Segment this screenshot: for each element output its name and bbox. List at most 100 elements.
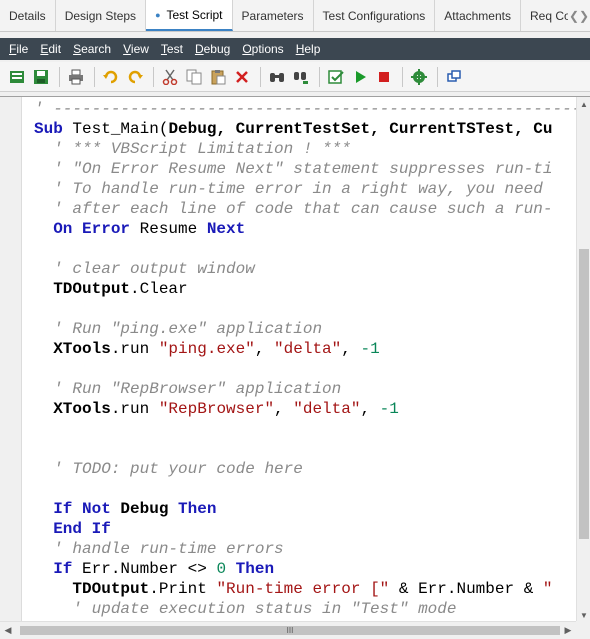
scroll-right-icon[interactable]: ▶ bbox=[560, 622, 576, 639]
find-icon[interactable] bbox=[266, 66, 288, 88]
test-script-window: Details Design Steps ● Test Script Parameter… bbox=[0, 0, 590, 639]
code-line: TDOutput.Clear bbox=[34, 279, 188, 299]
code-token: ' update execution status in "Test" mode bbox=[34, 600, 457, 618]
menu-label: ebug bbox=[203, 42, 231, 56]
run-icon[interactable] bbox=[349, 66, 371, 88]
menu-search[interactable]: Search bbox=[67, 42, 117, 56]
code-token: "delta" bbox=[293, 400, 361, 418]
menu-help[interactable]: Help bbox=[290, 42, 327, 56]
print-icon[interactable] bbox=[65, 66, 87, 88]
code-token: , bbox=[274, 400, 294, 418]
code-line: On Error Resume Next bbox=[34, 219, 245, 239]
code-token: ' "On Error Resume Next" statement suppr… bbox=[34, 160, 553, 178]
menu-label: earch bbox=[81, 42, 112, 56]
code-token: If bbox=[34, 560, 73, 578]
replace-icon[interactable] bbox=[290, 66, 312, 88]
code-line: End If bbox=[34, 519, 111, 539]
redo-icon[interactable] bbox=[124, 66, 146, 88]
horizontal-scroll-thumb[interactable]: III bbox=[20, 626, 560, 635]
tab-parameters[interactable]: Parameters bbox=[233, 0, 314, 31]
code-token: -1 bbox=[379, 400, 399, 418]
menu-accelerator: S bbox=[73, 42, 82, 56]
menu-test[interactable]: Test bbox=[155, 42, 189, 56]
code-token: On Error bbox=[34, 220, 131, 238]
code-token: ' *** VBScript Limitation ! *** bbox=[34, 140, 351, 158]
menu-file[interactable]: File bbox=[3, 42, 34, 56]
code-token: & Err.Number & bbox=[389, 580, 543, 598]
vertical-scroll-thumb[interactable] bbox=[579, 249, 589, 539]
menu-accelerator: D bbox=[194, 42, 204, 56]
code-token: .Clear bbox=[130, 280, 188, 298]
script-editor[interactable]: ' --------------------------------------… bbox=[0, 96, 590, 639]
paste-icon[interactable] bbox=[207, 66, 229, 88]
tab-label: Design Steps bbox=[64, 8, 137, 23]
tab-test-configurations[interactable]: Test Configurations bbox=[314, 0, 436, 31]
window-icon[interactable] bbox=[443, 66, 465, 88]
copy-icon[interactable] bbox=[183, 66, 205, 88]
menu-edit[interactable]: Edit bbox=[34, 42, 67, 56]
syntax-check-icon[interactable] bbox=[325, 66, 347, 88]
save-icon[interactable] bbox=[30, 66, 52, 88]
code-line: XTools.run "RepBrowser", "delta", -1 bbox=[34, 399, 399, 419]
code-token: , bbox=[254, 340, 275, 358]
code-token: Debug bbox=[110, 500, 179, 518]
horizontal-scrollbar[interactable]: ◀ III ▶ bbox=[0, 621, 576, 639]
code-token: 0 bbox=[216, 560, 227, 578]
code-token: , bbox=[360, 400, 380, 418]
toolbar-separator bbox=[153, 66, 154, 87]
cut-icon[interactable] bbox=[159, 66, 181, 88]
code-token: TDOutput bbox=[34, 580, 150, 598]
menu-accelerator: O bbox=[242, 42, 252, 56]
toolbar-separator bbox=[94, 66, 95, 87]
vertical-scrollbar[interactable]: ▲ ▼ bbox=[576, 97, 590, 622]
code-line: ' after each line of code that can cause… bbox=[34, 199, 552, 219]
code-line: ' clear output window bbox=[34, 259, 255, 279]
tab-scroll-arrows[interactable]: ❮❯ bbox=[568, 0, 590, 31]
tab-label: Attachments bbox=[444, 8, 511, 23]
undo-icon[interactable] bbox=[100, 66, 122, 88]
code-token: Resume bbox=[130, 220, 207, 238]
settings-icon[interactable] bbox=[408, 66, 430, 88]
code-line: ' Run "ping.exe" application bbox=[34, 319, 322, 339]
scroll-left-icon[interactable]: ◀ bbox=[0, 622, 16, 639]
code-line: XTools.run "ping.exe", "delta", -1 bbox=[34, 339, 380, 359]
code-line: ' update execution status in "Test" mode bbox=[34, 599, 456, 619]
tab-strip: Details Design Steps ● Test Script Parameter… bbox=[0, 0, 590, 32]
scroll-down-icon[interactable]: ▼ bbox=[577, 608, 590, 622]
new-script-icon[interactable] bbox=[6, 66, 28, 88]
code-token: ' TODO: put your code here bbox=[34, 460, 303, 478]
tab-details[interactable]: Details bbox=[0, 0, 56, 31]
code-token: Test_Main( bbox=[62, 120, 169, 138]
toolbar-separator bbox=[260, 66, 261, 87]
code-token: XTools bbox=[34, 340, 111, 358]
menu-debug[interactable]: Debug bbox=[189, 42, 236, 56]
code-line: TDOutput.Print "Run-time error [" & Err.… bbox=[34, 579, 553, 599]
delete-icon[interactable] bbox=[231, 66, 253, 88]
menu-label: ile bbox=[16, 42, 29, 56]
tab-attachments[interactable]: Attachments bbox=[435, 0, 521, 31]
code-line: ' *** VBScript Limitation ! *** bbox=[34, 139, 351, 159]
code-token: -1 bbox=[360, 340, 380, 358]
code-token: .run bbox=[110, 340, 159, 358]
code-line: ' Run "RepBrowser" application bbox=[34, 379, 341, 399]
tab-label: Test Configurations bbox=[322, 8, 426, 23]
code-token: "ping.exe" bbox=[158, 340, 255, 358]
scroll-up-icon[interactable]: ▲ bbox=[577, 97, 590, 111]
tab-test-script[interactable]: ● Test Script bbox=[146, 0, 233, 31]
code-token: Debug, CurrentTestSet, CurrentTSTest, Cu bbox=[168, 120, 553, 138]
code-token: .run bbox=[110, 400, 159, 418]
menu-options[interactable]: Options bbox=[236, 42, 289, 56]
tab-label: Parameters bbox=[241, 8, 304, 23]
code-token: , bbox=[341, 340, 361, 358]
code-token: ' after each line of code that can cause… bbox=[34, 200, 553, 218]
code-line: ' handle run-time errors bbox=[34, 539, 284, 559]
code-token: " bbox=[542, 580, 553, 598]
menu-view[interactable]: View bbox=[117, 42, 155, 56]
stop-icon[interactable] bbox=[373, 66, 395, 88]
code-token: ' handle run-time errors bbox=[34, 540, 284, 558]
code-area[interactable]: ' --------------------------------------… bbox=[0, 97, 576, 622]
code-token: "delta" bbox=[274, 340, 342, 358]
code-line: ' "On Error Resume Next" statement suppr… bbox=[34, 159, 552, 179]
tab-design-steps[interactable]: Design Steps bbox=[56, 0, 147, 31]
code-token: ' --------------------------------------… bbox=[34, 100, 576, 118]
